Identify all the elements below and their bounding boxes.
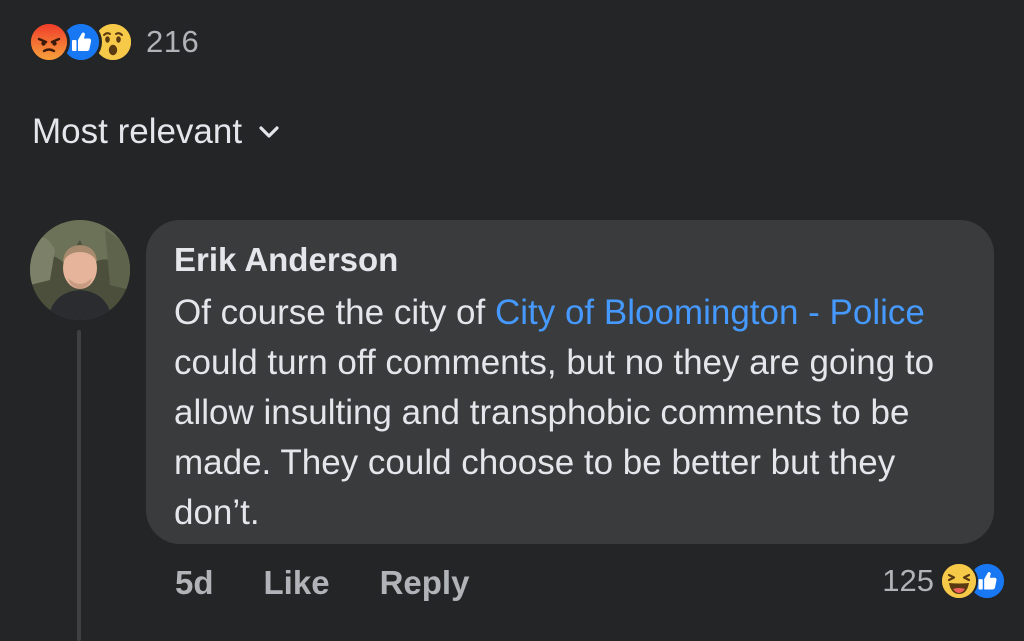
reaction-icons bbox=[28, 21, 134, 63]
comment-reactions[interactable]: 125 bbox=[882, 558, 1006, 604]
reply-button[interactable]: Reply bbox=[380, 564, 470, 602]
comment-timestamp[interactable]: 5d bbox=[175, 564, 214, 602]
sort-label: Most relevant bbox=[32, 112, 243, 151]
haha-icon bbox=[940, 562, 978, 600]
thread-line bbox=[77, 330, 81, 641]
like-button[interactable]: Like bbox=[264, 564, 330, 602]
chevron-down-icon bbox=[258, 125, 280, 139]
comment-text: Of course the city of City of Bloomingto… bbox=[174, 288, 966, 538]
profile-photo bbox=[30, 220, 130, 320]
reaction-count: 216 bbox=[146, 24, 200, 59]
avatar[interactable] bbox=[30, 220, 130, 320]
comment-text-end: could turn off comments, but no they are… bbox=[174, 343, 935, 532]
comment-text-start: Of course the city of bbox=[174, 293, 495, 332]
comment-actions: 5d Like Reply bbox=[175, 560, 519, 606]
author-name[interactable]: Erik Anderson bbox=[174, 240, 966, 280]
reactions-summary[interactable]: 216 bbox=[28, 20, 199, 64]
comment-reaction-count: 125 bbox=[882, 563, 934, 598]
comment-bubble[interactable]: Erik Anderson Of course the city of City… bbox=[146, 220, 994, 544]
angry-icon bbox=[28, 21, 70, 63]
mention-link[interactable]: City of Bloomington - Police bbox=[495, 293, 925, 332]
sort-dropdown[interactable]: Most relevant bbox=[32, 112, 280, 152]
